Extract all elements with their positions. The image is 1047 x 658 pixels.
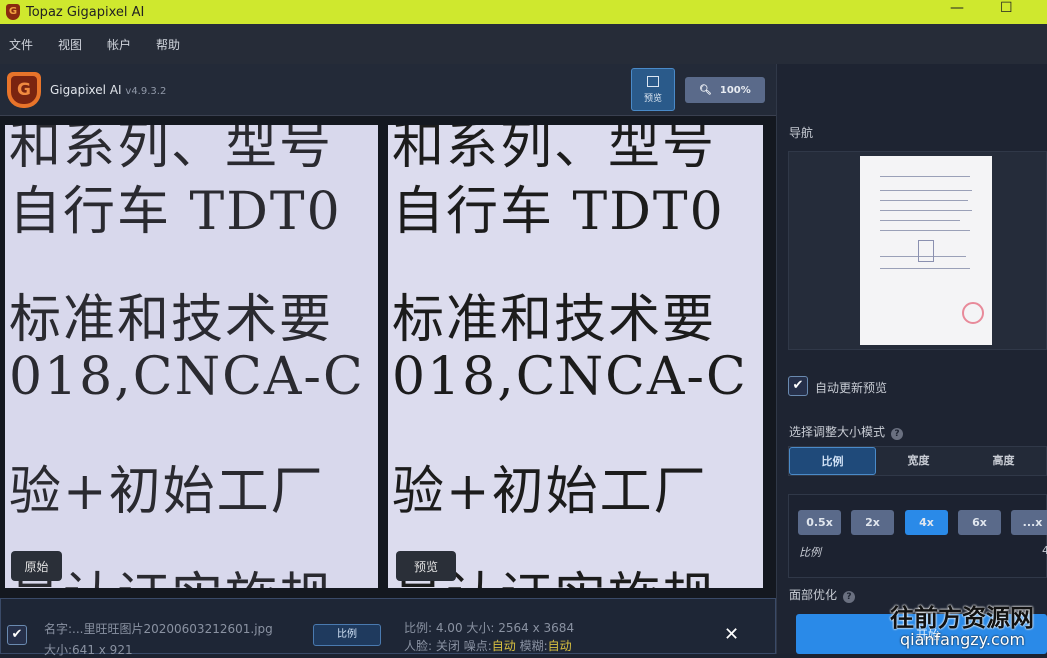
image-text-line: 验+初始工厂 — [392, 462, 708, 522]
image-icon — [647, 76, 659, 87]
preview-image[interactable]: 和系列、型号 自行车 TDT0 标准和技术要 018,CNCA-C 验+初始工厂… — [388, 125, 763, 588]
maximize-button[interactable]: ☐ — [1000, 0, 1013, 16]
menu-help[interactable]: 帮助 — [156, 36, 180, 53]
face-text: 面部优化 — [789, 588, 838, 602]
face-refinement-label: 面部优化? — [789, 586, 856, 603]
preview-tag: 预览 — [396, 551, 456, 581]
file-name: 名字:...里旺旺图片20200603212601.jpg — [44, 622, 273, 636]
tab-width[interactable]: 宽度 — [876, 447, 961, 475]
menu-view[interactable]: 视图 — [58, 36, 82, 53]
scale-2x-button[interactable]: 2x — [851, 510, 894, 535]
blur-value: 自动 — [547, 639, 572, 653]
image-text-line: 验+初始工厂 — [9, 462, 325, 522]
blur-label: 模糊: — [519, 639, 548, 653]
help-icon[interactable]: ? — [843, 591, 856, 603]
ratio-text: 比例: 4.00 — [404, 621, 463, 635]
watermark-url: qianfangzy.com — [900, 630, 1026, 649]
tab-scale[interactable]: 比例 — [789, 447, 876, 475]
remove-file-button[interactable]: ✕ — [724, 624, 739, 645]
scale-6x-button[interactable]: 6x — [958, 510, 1001, 535]
auto-update-label: 自动更新预览 — [815, 381, 888, 395]
auto-update-checkbox[interactable]: ✔ — [788, 376, 808, 396]
navigator-title: 导航 — [789, 126, 814, 140]
app-logo-icon: G — [6, 4, 20, 20]
image-text-line: 018,CNCA-C — [9, 347, 365, 407]
gigapixel-logo-icon: G — [7, 72, 41, 108]
face-setting: 人脸: 关闭 — [404, 639, 460, 653]
magnifier-icon: 🔍︎ — [699, 84, 712, 96]
scale-0.5x-button[interactable]: 0.5x — [798, 510, 841, 535]
image-text-line: 018,CNCA-C — [392, 347, 748, 407]
scale-label: 比例 — [799, 546, 821, 559]
image-text-line: 自行车 TDT0 — [392, 182, 725, 242]
preview-toggle-button[interactable]: 预览 — [631, 68, 675, 111]
app-version: v4.9.3.2 — [125, 86, 167, 97]
zoom-label: 100% — [719, 84, 751, 96]
scale-value: 4 — [1042, 544, 1047, 557]
resize-mode-tabs: 比例 宽度 高度 — [788, 446, 1047, 476]
help-icon[interactable]: ? — [891, 428, 904, 440]
preview-label: 预览 — [643, 94, 662, 104]
zoom-button[interactable]: 🔍︎ 100% — [685, 77, 765, 103]
output-size-text: 大小: 2564 x 3684 — [466, 621, 575, 635]
minimize-button[interactable]: — — [950, 0, 964, 16]
menu-bar: 文件 视图 帐户 帮助 — [0, 24, 1047, 64]
file-checkbox[interactable]: ✔ — [7, 625, 27, 645]
app-name: Gigapixel AI v4.9.3.2 — [50, 83, 166, 97]
tab-height[interactable]: 高度 — [961, 447, 1046, 475]
file-size: 大小:641 x 921 — [44, 643, 133, 657]
output-info: 比例: 4.00 大小: 2564 x 3684 — [404, 619, 574, 636]
window-title: Topaz Gigapixel AI — [26, 4, 145, 20]
scale-panel — [788, 494, 1047, 578]
image-text-line: 标准和技术要 — [9, 290, 334, 350]
original-image[interactable]: 和系列、型号 自行车 TDT0 标准和技术要 018,CNCA-C 验+初始工厂… — [5, 125, 378, 588]
scale-4x-button[interactable]: 4x — [905, 510, 948, 535]
menu-account[interactable]: 帐户 — [107, 36, 131, 53]
title-bar: G Topaz Gigapixel AI — ☐ — [0, 0, 1047, 24]
mode-ratio-button[interactable]: 比例 — [313, 624, 381, 646]
navigator-thumbnail[interactable] — [860, 156, 992, 345]
scale-custom-button[interactable]: ...x — [1011, 510, 1047, 535]
seal-stamp — [962, 302, 984, 324]
image-text-line: 自行车 TDT0 — [9, 182, 342, 242]
noise-value: 自动 — [491, 639, 516, 653]
resize-mode-label: 选择调整大小模式? — [789, 423, 904, 440]
noise-label: 噪点: — [463, 639, 492, 653]
resize-mode-text: 选择调整大小模式 — [789, 425, 886, 439]
navigator-viewport[interactable] — [918, 240, 934, 262]
image-text-line: 标准和技术要 — [392, 290, 717, 350]
original-tag: 原始 — [11, 551, 62, 581]
menu-file[interactable]: 文件 — [9, 36, 33, 53]
watermark: 往前方资源网 — [890, 604, 1034, 632]
app-name-text: Gigapixel AI — [50, 83, 122, 97]
settings-info: 人脸: 关闭 噪点:自动 模糊:自动 — [404, 637, 572, 654]
